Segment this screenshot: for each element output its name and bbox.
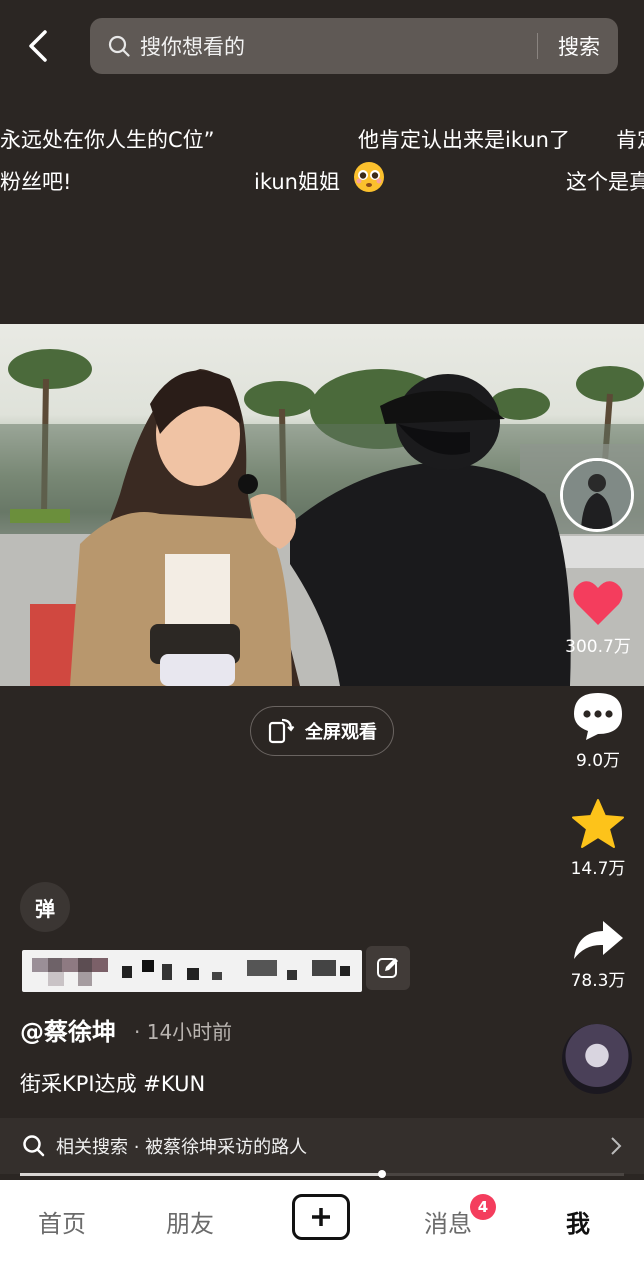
comment-button[interactable]: 9.0万 xyxy=(558,690,638,771)
comment-count: 9.0万 xyxy=(575,751,621,771)
chevron-right-icon xyxy=(611,1137,622,1155)
create-post-button[interactable] xyxy=(292,1194,350,1240)
share-count: 78.3万 xyxy=(570,971,626,991)
video-player[interactable] xyxy=(0,324,644,686)
danmaku-comment: 肯定 xyxy=(616,128,644,152)
fullscreen-button[interactable]: 全屏观看 xyxy=(250,706,394,756)
post-time: · 14小时前 xyxy=(134,1020,233,1044)
edit-pencil-icon xyxy=(377,958,398,978)
search-submit-button[interactable]: 搜索 xyxy=(558,31,600,61)
plus-icon xyxy=(312,1208,330,1226)
search-icon xyxy=(23,1135,45,1157)
back-button[interactable] xyxy=(18,24,58,68)
video-frame xyxy=(0,349,644,686)
tab-friends[interactable]: 朋友 xyxy=(166,1204,214,1239)
heart-icon xyxy=(573,581,623,625)
comment-bubble-icon xyxy=(574,693,622,740)
share-arrow-icon xyxy=(574,921,623,959)
danmaku-comment: 永远处在你人生的C位” xyxy=(0,128,215,152)
like-button[interactable]: 300.7万 xyxy=(558,578,638,657)
fullscreen-label: 全屏观看 xyxy=(305,722,377,743)
related-search-text: 相关搜索 · 被蔡徐坤采访的路人 xyxy=(56,1137,308,1158)
censored-title xyxy=(22,950,362,992)
music-disc-icon[interactable] xyxy=(562,1024,632,1094)
danmaku-toggle-button[interactable]: 弹 xyxy=(20,882,70,932)
back-arrow-icon xyxy=(29,30,47,62)
danmaku-comment: 粉丝吧! xyxy=(0,170,72,194)
message-badge: 4 xyxy=(470,1194,496,1220)
danmaku-comment: 这个是真 xyxy=(566,170,644,194)
edit-button[interactable] xyxy=(366,946,410,990)
like-count: 300.7万 xyxy=(565,637,631,657)
tab-home[interactable]: 首页 xyxy=(38,1204,86,1239)
bottom-tab-bar: 首页 朋友 消息 4 我 xyxy=(0,1180,644,1280)
progress-fill xyxy=(20,1173,382,1176)
favorite-button[interactable]: 14.7万 xyxy=(558,798,638,879)
rotate-screen-icon xyxy=(268,718,295,744)
video-caption[interactable]: 街采KPI达成 #KUN xyxy=(20,1068,205,1098)
danmaku-comment: ikun姐姐 xyxy=(254,170,340,194)
related-search-bar[interactable]: 相关搜索 · 被蔡徐坤采访的路人 xyxy=(0,1118,644,1174)
share-button[interactable]: 78.3万 xyxy=(558,918,638,991)
tab-messages[interactable]: 消息 xyxy=(424,1204,472,1239)
author-avatar[interactable] xyxy=(560,458,634,532)
favorite-count: 14.7万 xyxy=(570,859,626,879)
star-icon xyxy=(572,799,624,848)
search-icon xyxy=(108,35,130,57)
tab-me[interactable]: 我 xyxy=(566,1204,590,1239)
search-placeholder: 搜你想看的 xyxy=(140,35,245,59)
author-name[interactable]: @蔡徐坤 xyxy=(20,1012,116,1047)
danmaku-comment: 他肯定认出来是ikun了 xyxy=(358,128,570,152)
pleading-face-emoji-icon xyxy=(352,160,386,194)
search-bar[interactable]: 搜你想看的 搜索 xyxy=(90,18,618,74)
search-divider xyxy=(537,33,538,59)
progress-handle[interactable] xyxy=(378,1170,386,1178)
